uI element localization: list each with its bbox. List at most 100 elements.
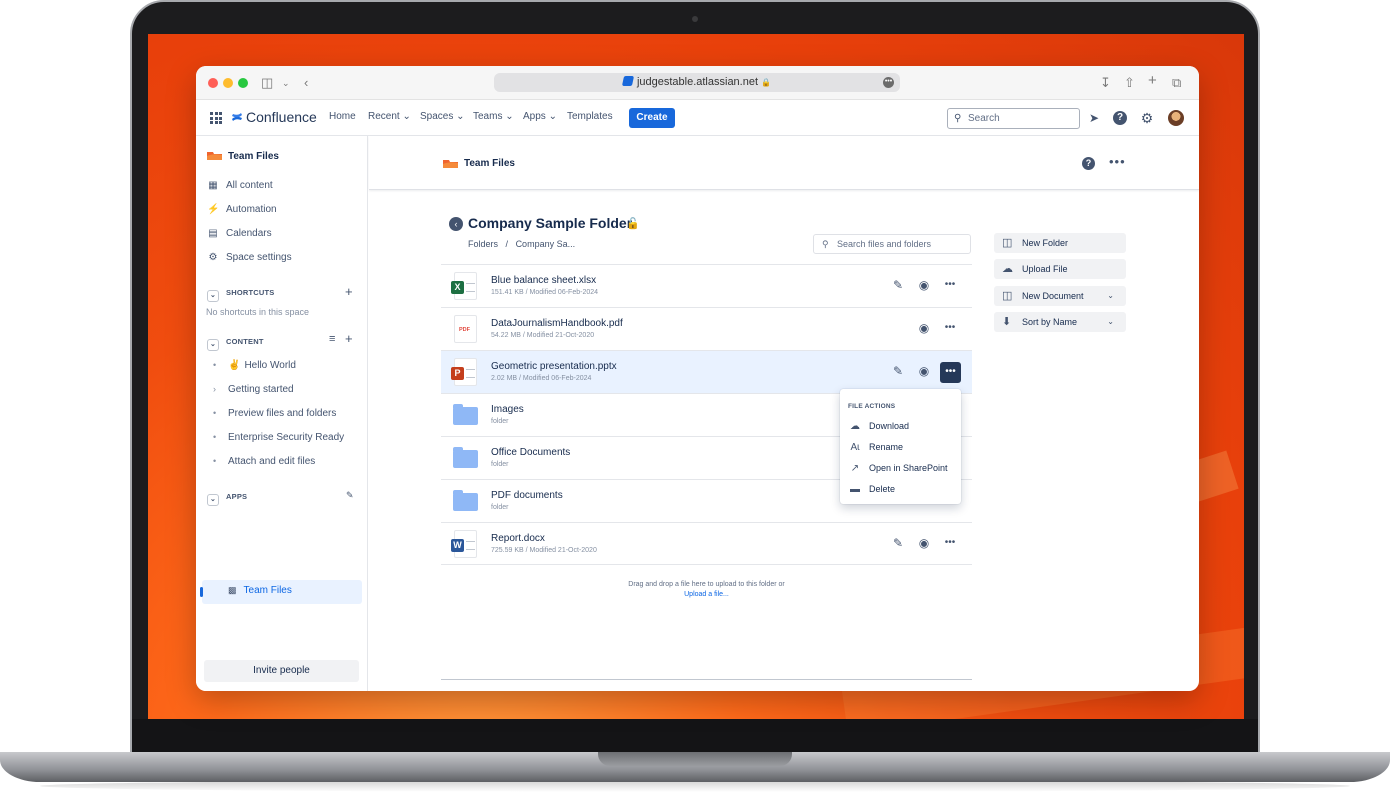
apps-section-header[interactable]: ⌄ APPS: [207, 492, 247, 506]
file-row[interactable]: W Report.docx 725.59 KB / Modified 21-Oc…: [441, 522, 972, 565]
nav-templates[interactable]: Templates: [567, 111, 613, 122]
tab-overview-icon[interactable]: ⧉: [1172, 74, 1181, 92]
invite-people-button[interactable]: Invite people: [204, 660, 359, 682]
content-item-hello-world[interactable]: • ✌ Hello World: [213, 360, 296, 371]
breadcrumb-current[interactable]: Company Sa...: [516, 239, 576, 249]
content-item-attach-edit-files[interactable]: • Attach and edit files: [213, 456, 315, 467]
preview-eye-icon[interactable]: ◉: [915, 535, 933, 551]
file-meta: folder: [491, 504, 509, 511]
space-title[interactable]: Team Files: [228, 151, 279, 162]
more-icon[interactable]: •••: [883, 77, 894, 88]
more-options-icon[interactable]: •••: [1109, 154, 1126, 169]
laptop-notch: [598, 752, 792, 766]
maximize-window-button[interactable]: [238, 78, 248, 88]
upload-file-link[interactable]: Upload a file...: [441, 591, 972, 598]
content-section-header[interactable]: ⌄ CONTENT: [207, 337, 264, 351]
confluence-logo-icon[interactable]: [231, 110, 243, 124]
create-button[interactable]: Create: [629, 108, 675, 128]
add-shortcut-icon[interactable]: +: [345, 284, 353, 299]
more-options-icon[interactable]: •••: [941, 320, 959, 336]
app-switcher-icon[interactable]: [210, 112, 222, 124]
chevron-down-icon[interactable]: ⌄: [207, 339, 219, 351]
nav-teams[interactable]: Teams ⌄: [473, 111, 514, 122]
folder-name[interactable]: Office Documents: [491, 447, 570, 458]
sort-by-name-button[interactable]: ⬇ Sort by Name ⌄: [994, 312, 1126, 332]
download-icon[interactable]: ↧: [1100, 74, 1111, 92]
sidebar-item-space-settings[interactable]: ⚙ Space settings: [207, 251, 292, 265]
product-name[interactable]: Confluence: [246, 109, 317, 125]
file-row-selected[interactable]: P Geometric presentation.pptx 2.02 MB / …: [441, 350, 972, 393]
address-bar[interactable]: judgestable.atlassian.net 🔒 •••: [494, 73, 900, 92]
grid-icon: ▦: [208, 180, 218, 191]
new-tab-icon[interactable]: +: [1148, 72, 1157, 90]
screen-bezel: [132, 719, 1258, 755]
help-icon[interactable]: ?: [1082, 157, 1095, 170]
sidebar-item-automation[interactable]: ⚡ Automation: [207, 203, 277, 217]
sidebar-item-calendars[interactable]: ▤ Calendars: [207, 227, 271, 241]
settings-icon[interactable]: ⚙: [1139, 110, 1155, 126]
edit-pencil-icon[interactable]: ✎: [889, 363, 907, 379]
menu-item-rename[interactable]: Aɩ Rename: [848, 440, 903, 454]
folder-name[interactable]: Images: [491, 404, 524, 415]
edit-pencil-icon[interactable]: ✎: [346, 490, 354, 501]
sidebar-item-all-content[interactable]: ▦ All content: [207, 179, 272, 193]
page-header: Team Files ? •••: [369, 136, 1199, 190]
url-text: judgestable.atlassian.net: [636, 76, 759, 88]
file-row[interactable]: X Blue balance sheet.xlsx 151.41 KB / Mo…: [441, 264, 972, 307]
preview-eye-icon[interactable]: ◉: [915, 277, 933, 293]
preview-eye-icon[interactable]: ◉: [915, 363, 933, 379]
edit-pencil-icon[interactable]: ✎: [889, 535, 907, 551]
more-options-icon[interactable]: •••: [940, 362, 961, 383]
apps-item-team-files[interactable]: ▩ Team Files: [228, 585, 292, 596]
content-item-preview-files[interactable]: • Preview files and folders: [213, 408, 336, 419]
nav-home[interactable]: Home: [329, 111, 356, 122]
avatar[interactable]: [1168, 110, 1184, 126]
shortcuts-section-header[interactable]: ⌄ SHORTCUTS: [207, 288, 274, 302]
file-search-input[interactable]: ⚲ Search files and folders: [813, 234, 971, 254]
content-item-enterprise-security[interactable]: • Enterprise Security Ready: [213, 432, 344, 443]
file-row[interactable]: PDF DataJournalismHandbook.pdf 54.22 MB …: [441, 307, 972, 350]
new-document-icon: ◫: [1002, 290, 1013, 302]
nav-recent[interactable]: Recent ⌄: [368, 111, 411, 122]
back-icon[interactable]: ‹: [449, 217, 463, 231]
sidebar-toggle-icon[interactable]: ◫: [261, 74, 273, 92]
add-content-icon[interactable]: +: [345, 331, 353, 346]
content-item-getting-started[interactable]: › Getting started: [213, 384, 294, 395]
upload-file-button[interactable]: ☁ Upload File: [994, 259, 1126, 279]
drop-zone-text: Drag and drop a file here to upload to t…: [628, 581, 785, 588]
close-window-button[interactable]: [208, 78, 218, 88]
global-search-input[interactable]: ⚲ Search: [947, 108, 1080, 129]
chevron-down-icon[interactable]: ⌄: [207, 494, 219, 506]
waving-hand-icon: ✌: [228, 360, 241, 371]
back-arrow-icon[interactable]: ‹: [304, 74, 308, 92]
menu-item-delete[interactable]: ▬ Delete: [848, 482, 895, 496]
more-options-icon[interactable]: •••: [941, 535, 959, 551]
folder-name[interactable]: PDF documents: [491, 490, 563, 501]
file-name[interactable]: DataJournalismHandbook.pdf: [491, 318, 623, 329]
unlock-icon[interactable]: 🔓: [626, 217, 640, 230]
breadcrumb-folders[interactable]: Folders: [468, 239, 498, 249]
nav-apps[interactable]: Apps ⌄: [523, 111, 557, 122]
menu-item-open-sharepoint[interactable]: ↗ Open in SharePoint: [848, 461, 948, 475]
chevron-down-icon[interactable]: ⌄: [282, 74, 290, 92]
share-icon[interactable]: ⇧: [1124, 74, 1135, 92]
edit-pencil-icon[interactable]: ✎: [889, 277, 907, 293]
notifications-icon[interactable]: ➤: [1086, 110, 1102, 126]
new-folder-icon: ◫: [1002, 237, 1013, 249]
chevron-down-icon[interactable]: ⌄: [207, 290, 219, 302]
new-folder-button[interactable]: ◫ New Folder: [994, 233, 1126, 253]
browser-titlebar: ◫ ⌄ ‹ judgestable.atlassian.net 🔒 ••• ↧ …: [196, 66, 1199, 100]
team-files-logo-icon: [207, 152, 222, 160]
new-document-button[interactable]: ◫ New Document ⌄: [994, 286, 1126, 306]
file-name[interactable]: Geometric presentation.pptx: [491, 361, 617, 372]
file-name[interactable]: Report.docx: [491, 533, 545, 544]
menu-item-download[interactable]: ☁ Download: [848, 419, 909, 433]
more-options-icon[interactable]: •••: [941, 277, 959, 293]
file-name[interactable]: Blue balance sheet.xlsx: [491, 275, 596, 286]
minimize-window-button[interactable]: [223, 78, 233, 88]
preview-eye-icon[interactable]: ◉: [915, 320, 933, 336]
help-icon[interactable]: ?: [1113, 111, 1127, 125]
file-meta: folder: [491, 418, 509, 425]
nav-spaces[interactable]: Spaces ⌄: [420, 111, 465, 122]
filter-icon[interactable]: ≡: [329, 333, 335, 345]
